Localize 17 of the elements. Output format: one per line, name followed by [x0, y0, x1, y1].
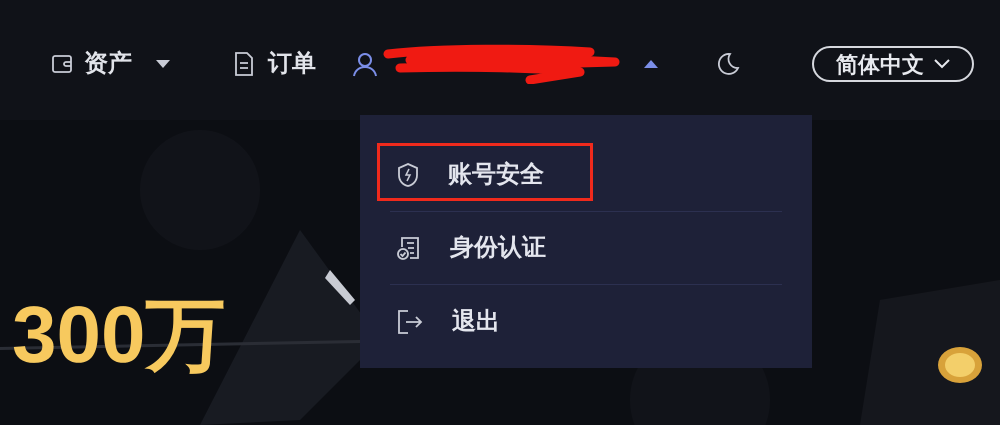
assets-menu[interactable]: 资产: [84, 46, 132, 82]
caret-up-icon[interactable]: [644, 60, 658, 68]
orders-link[interactable]: 订单: [268, 46, 316, 82]
document-icon: [232, 51, 256, 77]
menu-item[interactable]: 账号安全: [390, 147, 556, 203]
menu-item[interactable]: 退出: [390, 294, 512, 350]
user-icon: [352, 51, 378, 77]
caret-icon: [156, 60, 170, 68]
shield-icon: [396, 162, 420, 188]
logout-icon: [396, 308, 424, 334]
menu-item[interactable]: 身份认证: [390, 220, 558, 276]
id-document-icon: [396, 235, 422, 261]
language-selector[interactable]: 简体中文: [812, 46, 974, 82]
chevron-down-icon: [934, 59, 950, 69]
wallet-icon: [50, 52, 74, 76]
banner-headline: 300万: [12, 290, 226, 380]
coin-icon: [935, 345, 985, 385]
